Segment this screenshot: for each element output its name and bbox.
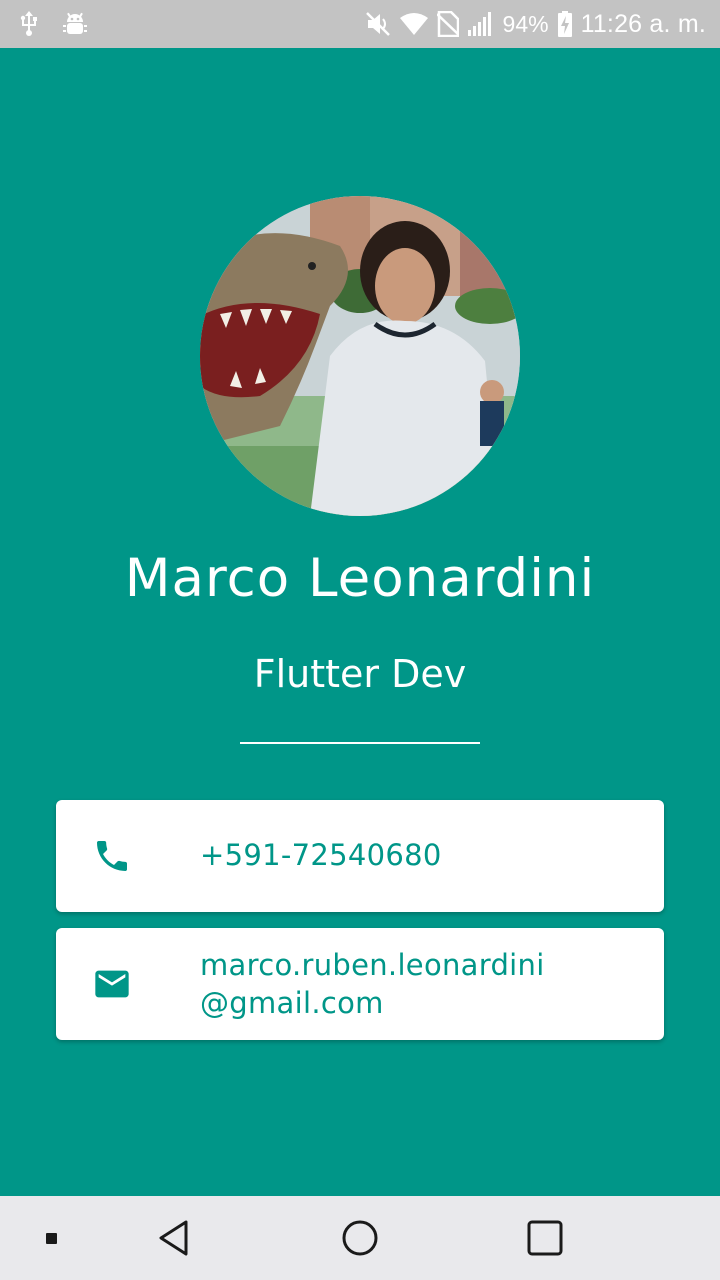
dot-icon[interactable] xyxy=(29,1216,73,1260)
mute-icon xyxy=(365,11,391,37)
email-card[interactable]: marco.ruben.leonardini @gmail.com xyxy=(56,928,664,1040)
battery-percent: 94% xyxy=(502,10,549,37)
email-address: marco.ruben.leonardini @gmail.com xyxy=(200,946,545,1022)
home-icon[interactable] xyxy=(338,1216,382,1260)
wifi-icon xyxy=(399,12,428,36)
recents-icon[interactable] xyxy=(523,1216,567,1260)
phone-icon xyxy=(97,841,127,871)
status-bar: 94% 11:26 a. m. xyxy=(0,0,720,48)
status-right: 94% 11:26 a. m. xyxy=(356,10,706,39)
back-icon[interactable] xyxy=(152,1216,196,1260)
clock: 11:26 a. m. xyxy=(580,9,706,38)
battery-charging-icon xyxy=(557,11,572,37)
usb-icon xyxy=(18,11,40,37)
profile-photo xyxy=(200,196,520,516)
status-left xyxy=(18,11,110,37)
signal-icon xyxy=(467,12,494,36)
navigation-bar xyxy=(0,1196,720,1280)
profile-avatar xyxy=(200,196,520,516)
phone-number: +591-72540680 xyxy=(200,838,442,872)
email-icon xyxy=(95,970,129,998)
android-debug-icon xyxy=(62,11,88,37)
email-line-1: marco.ruben.leonardini xyxy=(200,948,545,982)
no-sim-icon xyxy=(436,11,459,37)
profile-name: Marco Leonardini xyxy=(124,548,596,609)
phone-card[interactable]: +591-72540680 xyxy=(56,800,664,912)
divider xyxy=(240,742,480,744)
email-line-2: @gmail.com xyxy=(200,986,384,1020)
profile-role: Flutter Dev xyxy=(253,652,467,696)
